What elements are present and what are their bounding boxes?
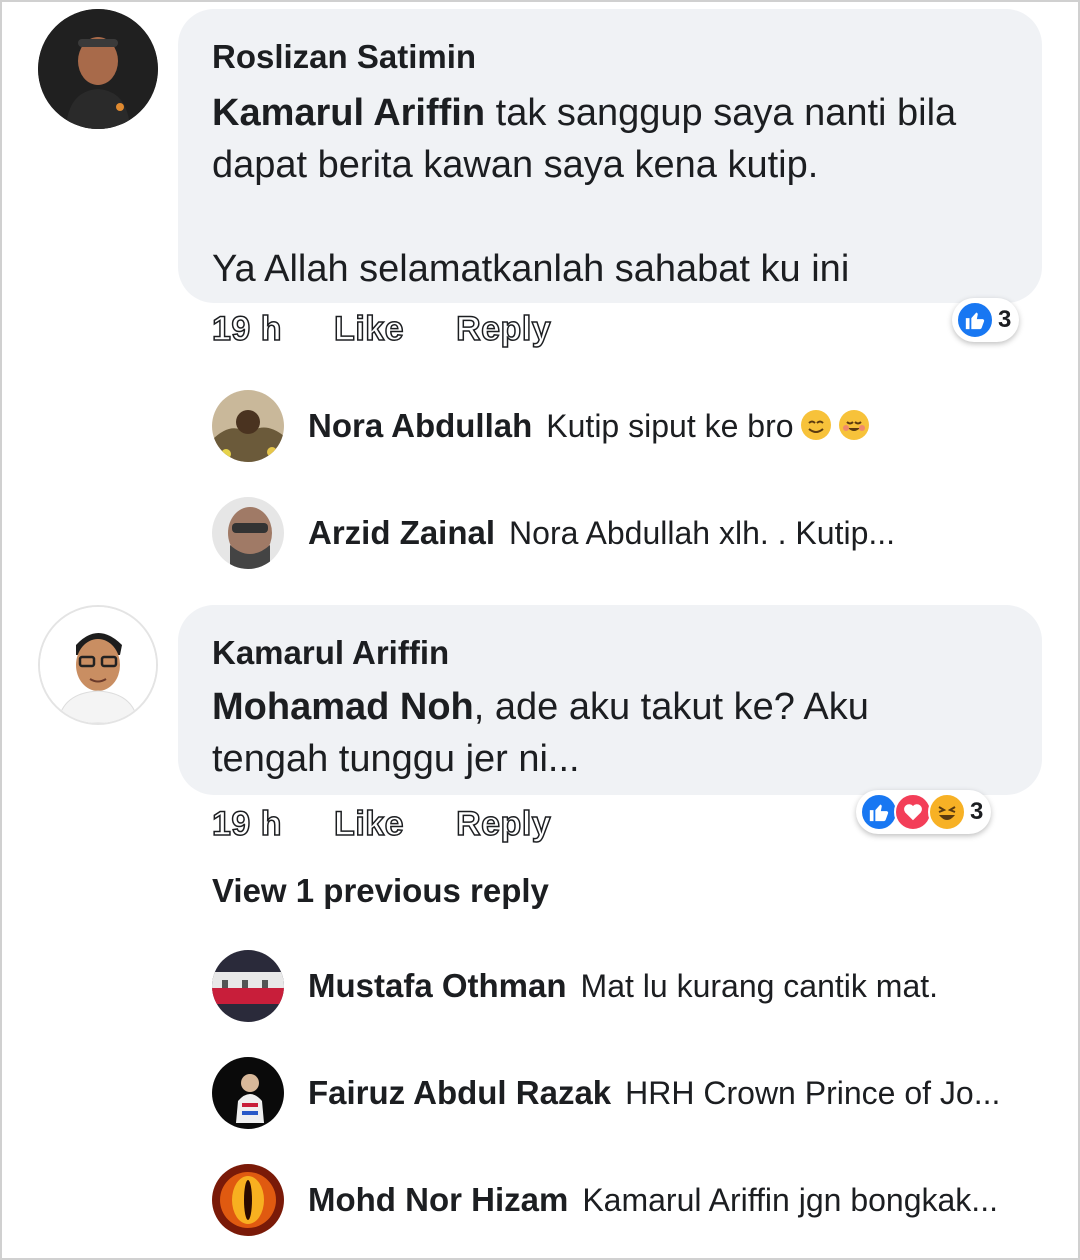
reply-button[interactable]: Reply bbox=[455, 309, 551, 349]
haha-icon bbox=[928, 793, 966, 831]
comment-author[interactable]: Kamarul Ariffin bbox=[212, 631, 1008, 675]
comment-actions: 19 h Like Reply bbox=[211, 309, 551, 349]
avatar[interactable] bbox=[212, 1164, 284, 1236]
reply-author[interactable]: Arzid Zainal bbox=[308, 514, 495, 552]
comment-text-line1: , ade aku takut ke? Aku bbox=[473, 686, 869, 728]
reply-author[interactable]: Mustafa Othman bbox=[308, 967, 567, 1005]
comment-text-line2: tengah tunggu jer ni... bbox=[212, 738, 580, 780]
mention-link[interactable]: Kamarul Ariffin bbox=[212, 92, 485, 134]
reply-item[interactable]: Mustafa Othman Mat lu kurang cantik mat. bbox=[212, 950, 938, 1022]
avatar[interactable] bbox=[212, 1057, 284, 1129]
smile-emoji-icon bbox=[800, 409, 831, 440]
timestamp[interactable]: 19 h bbox=[211, 309, 282, 349]
avatar[interactable] bbox=[38, 9, 158, 129]
reply-button[interactable]: Reply bbox=[455, 804, 551, 844]
reply-item[interactable]: Nora Abdullah Kutip siput ke bro bbox=[212, 390, 870, 462]
reaction-count: 3 bbox=[970, 798, 984, 825]
reactions-summary[interactable]: 3 bbox=[856, 790, 992, 834]
avatar[interactable] bbox=[38, 605, 158, 725]
reply-text: Kamarul Ariffin jgn bongkak... bbox=[582, 1181, 998, 1218]
avatar[interactable] bbox=[212, 950, 284, 1022]
reply-text: Mat lu kurang cantik mat. bbox=[580, 967, 939, 1004]
comment-text: Mohamad Noh, ade aku takut ke? Aku tenga… bbox=[212, 681, 1008, 785]
like-icon bbox=[956, 301, 994, 339]
reply-item[interactable]: Fairuz Abdul Razak HRH Crown Prince of J… bbox=[212, 1057, 1000, 1129]
reply-author[interactable]: Mohd Nor Hizam bbox=[308, 1181, 568, 1219]
like-icon bbox=[860, 793, 898, 831]
comment-author[interactable]: Roslizan Satimin bbox=[212, 35, 1008, 79]
reactions-summary[interactable]: 3 bbox=[952, 298, 1020, 342]
reaction-count: 3 bbox=[998, 306, 1012, 333]
like-button[interactable]: Like bbox=[333, 309, 404, 349]
blush-emoji-icon bbox=[838, 409, 869, 440]
love-icon bbox=[894, 793, 932, 831]
reply-author[interactable]: Nora Abdullah bbox=[308, 407, 532, 445]
like-button[interactable]: Like bbox=[333, 804, 404, 844]
comment-bubble: Kamarul Ariffin Mohamad Noh, ade aku tak… bbox=[178, 605, 1042, 795]
comment-text-line3: Ya Allah selamatkanlah sahabat ku ini bbox=[212, 248, 850, 290]
mention-link[interactable]: Mohamad Noh bbox=[212, 686, 474, 728]
comment-text-line2: dapat berita kawan saya kena kutip. bbox=[212, 144, 819, 186]
comment-actions: 19 h Like Reply bbox=[211, 804, 551, 844]
reply-item[interactable]: Arzid Zainal Nora Abdullah xlh. . Kutip.… bbox=[212, 497, 895, 569]
reply-author[interactable]: Fairuz Abdul Razak bbox=[308, 1074, 611, 1112]
reply-text: HRH Crown Prince of Jo... bbox=[625, 1074, 1001, 1111]
timestamp[interactable]: 19 h bbox=[211, 804, 282, 844]
comment-text: Kamarul Ariffin tak sanggup saya nanti b… bbox=[212, 87, 1008, 295]
avatar[interactable] bbox=[212, 497, 284, 569]
reply-item[interactable]: Mohd Nor Hizam Kamarul Ariffin jgn bongk… bbox=[212, 1164, 998, 1236]
avatar[interactable] bbox=[212, 390, 284, 462]
reply-text: Kutip siput ke bro bbox=[546, 408, 869, 445]
reply-text: Nora Abdullah xlh. . Kutip... bbox=[509, 514, 896, 551]
comment-text-line1: tak sanggup saya nanti bila bbox=[485, 92, 957, 134]
comment-bubble: Roslizan Satimin Kamarul Ariffin tak san… bbox=[178, 9, 1042, 303]
view-previous-replies-link[interactable]: View 1 previous reply bbox=[212, 872, 549, 910]
